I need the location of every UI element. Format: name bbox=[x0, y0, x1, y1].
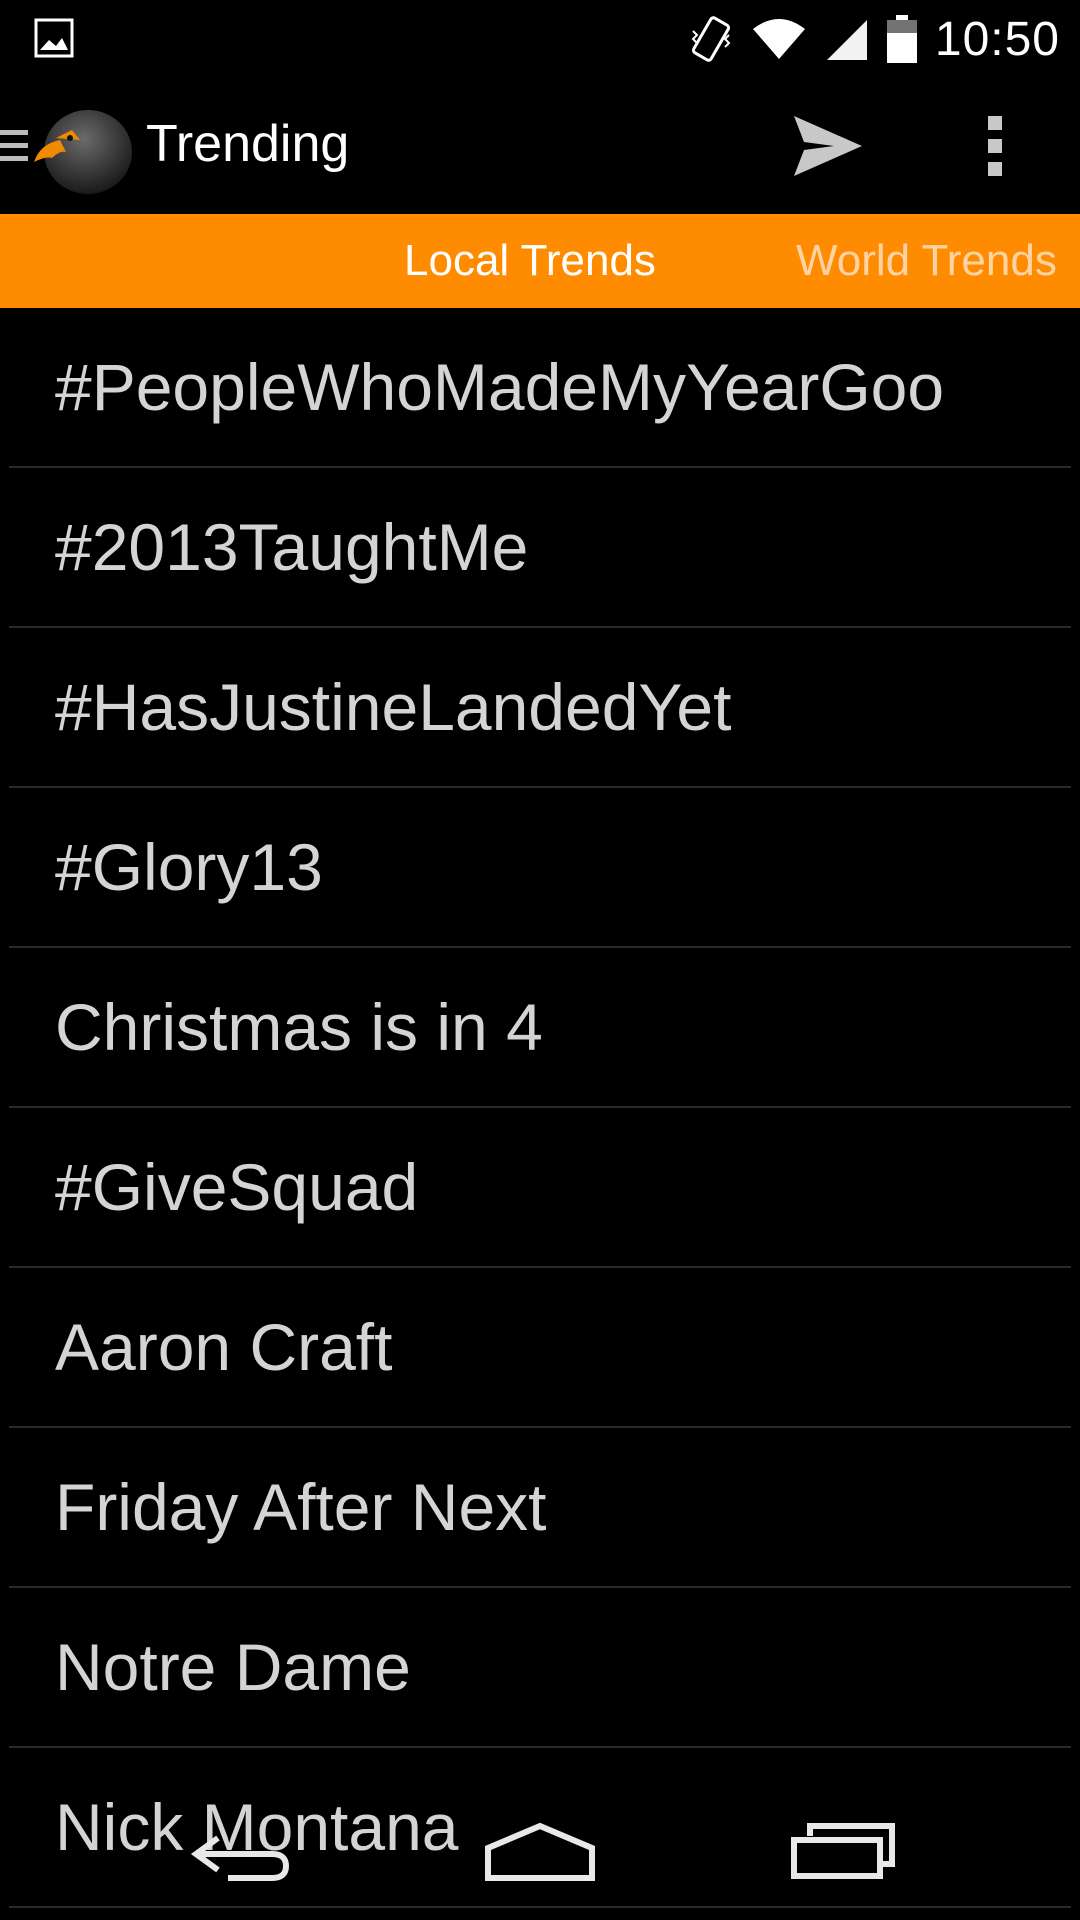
trend-label: #PeopleWhoMadeMyYearGoo bbox=[55, 350, 945, 424]
trends-tab-bar: Local Trends World Trends bbox=[0, 214, 1080, 308]
list-item[interactable]: #2013TaughtMe bbox=[9, 468, 1071, 628]
list-item[interactable]: Aaron Craft bbox=[9, 1268, 1071, 1428]
trend-label: #GiveSquad bbox=[55, 1150, 419, 1224]
list-item[interactable]: #PeopleWhoMadeMyYearGoo bbox=[9, 308, 1071, 468]
navigation-bar bbox=[0, 1800, 1080, 1920]
trend-label: Friday After Next bbox=[55, 1470, 547, 1544]
list-item[interactable]: Friday After Next bbox=[9, 1428, 1071, 1588]
trends-list: #PeopleWhoMadeMyYearGoo #2013TaughtMe #H… bbox=[0, 308, 1080, 1908]
overflow-menu-icon[interactable] bbox=[976, 110, 1016, 182]
list-item[interactable]: Notre Dame bbox=[9, 1588, 1071, 1748]
trend-label: Christmas is in 4 bbox=[55, 990, 543, 1064]
signal-icon bbox=[826, 20, 867, 60]
vibrate-icon bbox=[691, 16, 731, 62]
tab-world-trends[interactable]: World Trends bbox=[796, 214, 1057, 308]
drawer-icon[interactable] bbox=[0, 126, 30, 166]
screen-title: Trending bbox=[146, 115, 350, 173]
list-item[interactable]: #GiveSquad bbox=[9, 1108, 1071, 1268]
trend-label: #HasJustineLandedYet bbox=[55, 670, 732, 744]
list-item[interactable]: #HasJustineLandedYet bbox=[9, 628, 1071, 788]
status-bar: 10:50 bbox=[0, 0, 1080, 78]
battery-icon bbox=[886, 15, 917, 63]
recents-icon[interactable] bbox=[790, 1820, 896, 1890]
trend-label: Aaron Craft bbox=[55, 1310, 393, 1384]
home-icon[interactable] bbox=[484, 1820, 596, 1890]
clock: 10:50 bbox=[934, 12, 1060, 66]
action-bar: Trending bbox=[0, 78, 1080, 214]
app-logo-icon[interactable] bbox=[30, 100, 134, 196]
image-notification-icon bbox=[34, 18, 74, 58]
trend-label: #Glory13 bbox=[55, 830, 323, 904]
back-icon[interactable] bbox=[188, 1820, 292, 1890]
wifi-icon bbox=[752, 19, 805, 59]
tab-local-trends[interactable]: Local Trends bbox=[404, 214, 656, 308]
list-item[interactable]: Christmas is in 4 bbox=[9, 948, 1071, 1108]
trend-label: #2013TaughtMe bbox=[55, 510, 529, 584]
list-item[interactable]: #Glory13 bbox=[9, 788, 1071, 948]
trend-label: Notre Dame bbox=[55, 1630, 411, 1704]
send-icon[interactable] bbox=[790, 110, 866, 182]
